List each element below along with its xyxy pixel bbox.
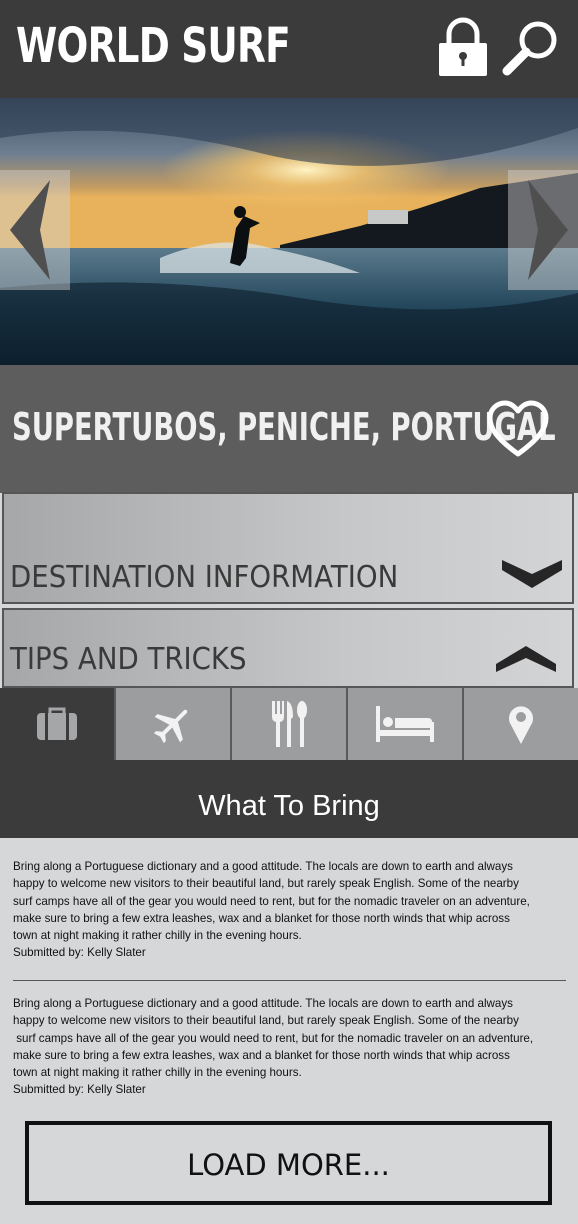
section-header: What To Bring [0, 760, 578, 838]
search-button[interactable] [498, 14, 564, 80]
utensils-icon [272, 701, 307, 747]
tip-text-line: Bring along a Portuguese dictionary and … [13, 997, 513, 1010]
tip-text-line: town at night making it rather chilly in… [13, 1066, 302, 1080]
next-image-button[interactable] [508, 170, 578, 290]
tip-text-line: make sure to bring a few extra leashes, … [13, 1048, 510, 1062]
chevron-up-icon [496, 646, 556, 672]
tip-text-line: town at night making it rather chilly in… [13, 929, 302, 943]
bed-icon [376, 706, 434, 742]
previous-image-button[interactable] [0, 170, 70, 290]
surfer-photo [0, 98, 578, 365]
tip-text-line: happy to welcome new visitors to their b… [13, 1014, 519, 1028]
tab-food[interactable] [230, 688, 346, 760]
suitcase-icon [37, 707, 77, 740]
accordion-label: TIPS AND TRICKS [10, 642, 247, 677]
lock-button[interactable] [430, 14, 496, 80]
tip-author: Submitted by: Kelly Slater [13, 1083, 146, 1097]
tip-text-line: surf camps have all of the gear you woul… [13, 894, 530, 908]
app-logo: WORLD SURF [16, 18, 291, 74]
tips-category-tabs [0, 688, 578, 760]
load-more-button[interactable]: LOAD MORE... [25, 1121, 552, 1205]
load-more-label: LOAD MORE... [187, 1148, 390, 1182]
tip-text-line: make sure to bring a few extra leashes, … [13, 911, 510, 925]
tab-location[interactable] [462, 688, 578, 760]
tip-text-line: Bring along a Portuguese dictionary and … [13, 860, 513, 873]
tip-divider [13, 980, 566, 981]
tip-author: Submitted by: Kelly Slater [13, 946, 146, 960]
favorite-button[interactable] [486, 398, 550, 462]
map-pin-icon [509, 706, 533, 744]
tip-entry: Bring along a Portuguese dictionary and … [13, 995, 558, 1099]
accordion-label: DESTINATION INFORMATION [10, 560, 399, 595]
section-title: What To Bring [198, 790, 380, 822]
tip-text-line: surf camps have all of the gear you woul… [13, 1031, 534, 1045]
tip-entry: Bring along a Portuguese dictionary and … [13, 858, 558, 962]
heart-icon [487, 400, 549, 457]
chevron-left-icon [10, 180, 50, 280]
chevron-down-icon [502, 560, 562, 588]
accordion-tips-and-tricks[interactable]: TIPS AND TRICKS [2, 608, 574, 688]
location-title: SUPERTUBOS, PENICHE, PORTUGAL [12, 405, 556, 449]
chevron-right-icon [528, 180, 568, 280]
accordion-destination-information[interactable]: DESTINATION INFORMATION [2, 492, 574, 604]
lock-icon [439, 17, 487, 76]
tab-lodging[interactable] [346, 688, 462, 760]
airplane-icon [153, 709, 188, 744]
app-header: WORLD SURF [0, 0, 578, 98]
hero-image [0, 98, 578, 365]
tab-what-to-bring[interactable] [0, 688, 114, 760]
tab-travel[interactable] [114, 688, 230, 760]
search-icon [502, 21, 557, 76]
tip-text-line: happy to welcome new visitors to their b… [13, 877, 519, 891]
